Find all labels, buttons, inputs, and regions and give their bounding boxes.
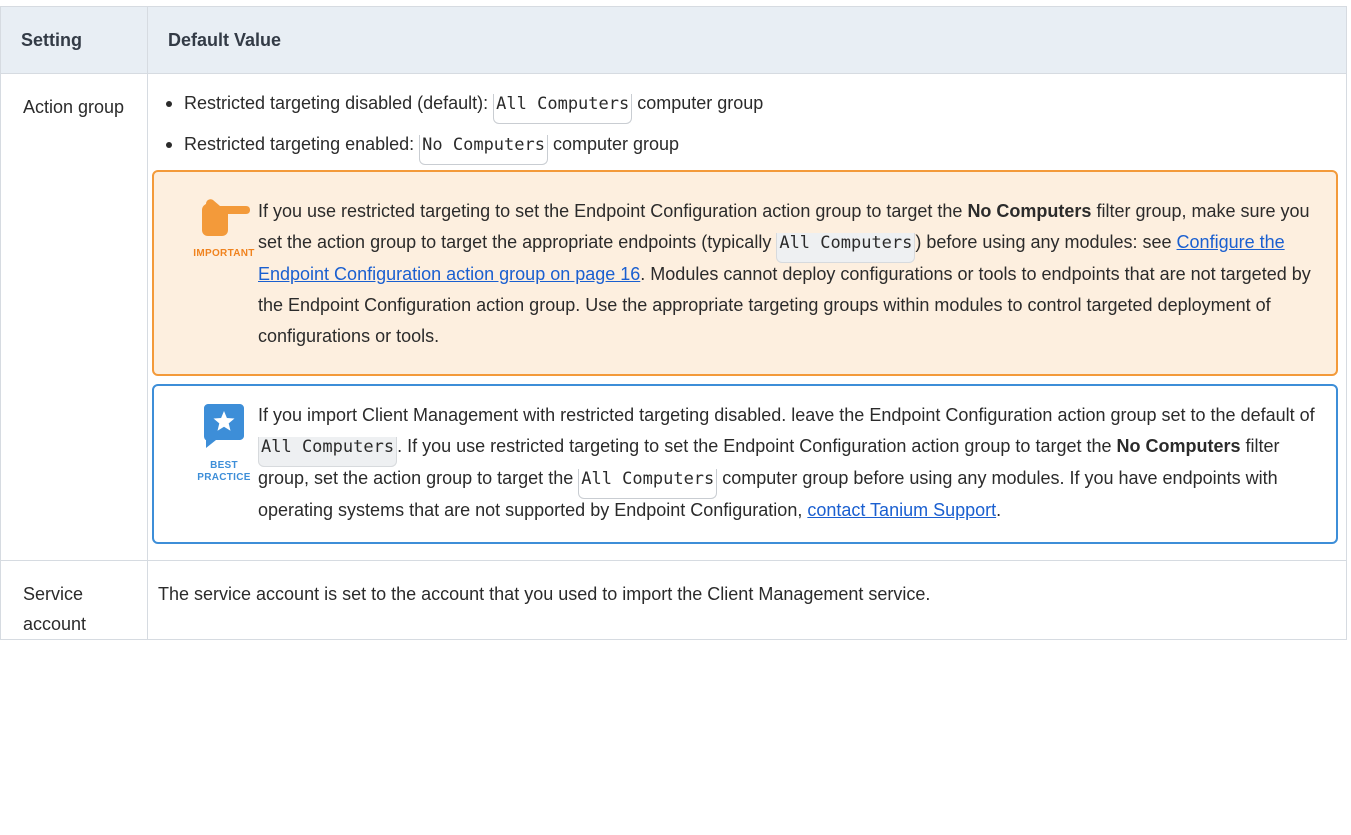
inline-code: All Computers [776,233,916,263]
list-item: Restricted targeting disabled (default):… [158,88,1338,124]
important-label: IMPORTANT [193,248,255,259]
inline-code: No Computers [419,135,548,165]
star-speech-bubble-icon [204,404,244,448]
header-setting: Setting [0,6,148,74]
bullet-icon [166,101,172,107]
best-practice-badge: BEST PRACTICE [184,404,264,484]
important-badge: IMPORTANT [184,196,264,260]
pointing-hand-icon [202,199,250,236]
inline-code: All Computers [258,437,398,467]
best-practice-label: BEST PRACTICE [197,460,251,483]
best-practice-callout: BEST PRACTICE If you import Client Manag… [152,384,1338,544]
table-row: Service account The service account is s… [0,560,1347,640]
settings-table: Setting Default Value Action group Restr… [0,6,1347,640]
list-item: Restricted targeting enabled: No Compute… [158,129,1338,165]
table-header-row: Setting Default Value [0,6,1347,74]
inline-code: All Computers [578,469,718,499]
header-default-value: Default Value [147,6,1347,74]
contact-support-link[interactable]: contact Tanium Support [807,500,996,520]
inline-code: All Computers [493,94,633,124]
important-callout: IMPORTANT If you use restricted targetin… [152,170,1338,376]
setting-value-action-group: Restricted targeting disabled (default):… [147,73,1347,561]
setting-name-service-account: Service account [0,560,148,640]
setting-name-action-group: Action group [0,73,148,561]
setting-value-service-account: The service account is set to the accoun… [147,560,1347,640]
table-row: Action group Restricted targeting disabl… [0,73,1347,561]
bullet-icon [166,142,172,148]
default-value-list: Restricted targeting disabled (default):… [158,88,1338,165]
